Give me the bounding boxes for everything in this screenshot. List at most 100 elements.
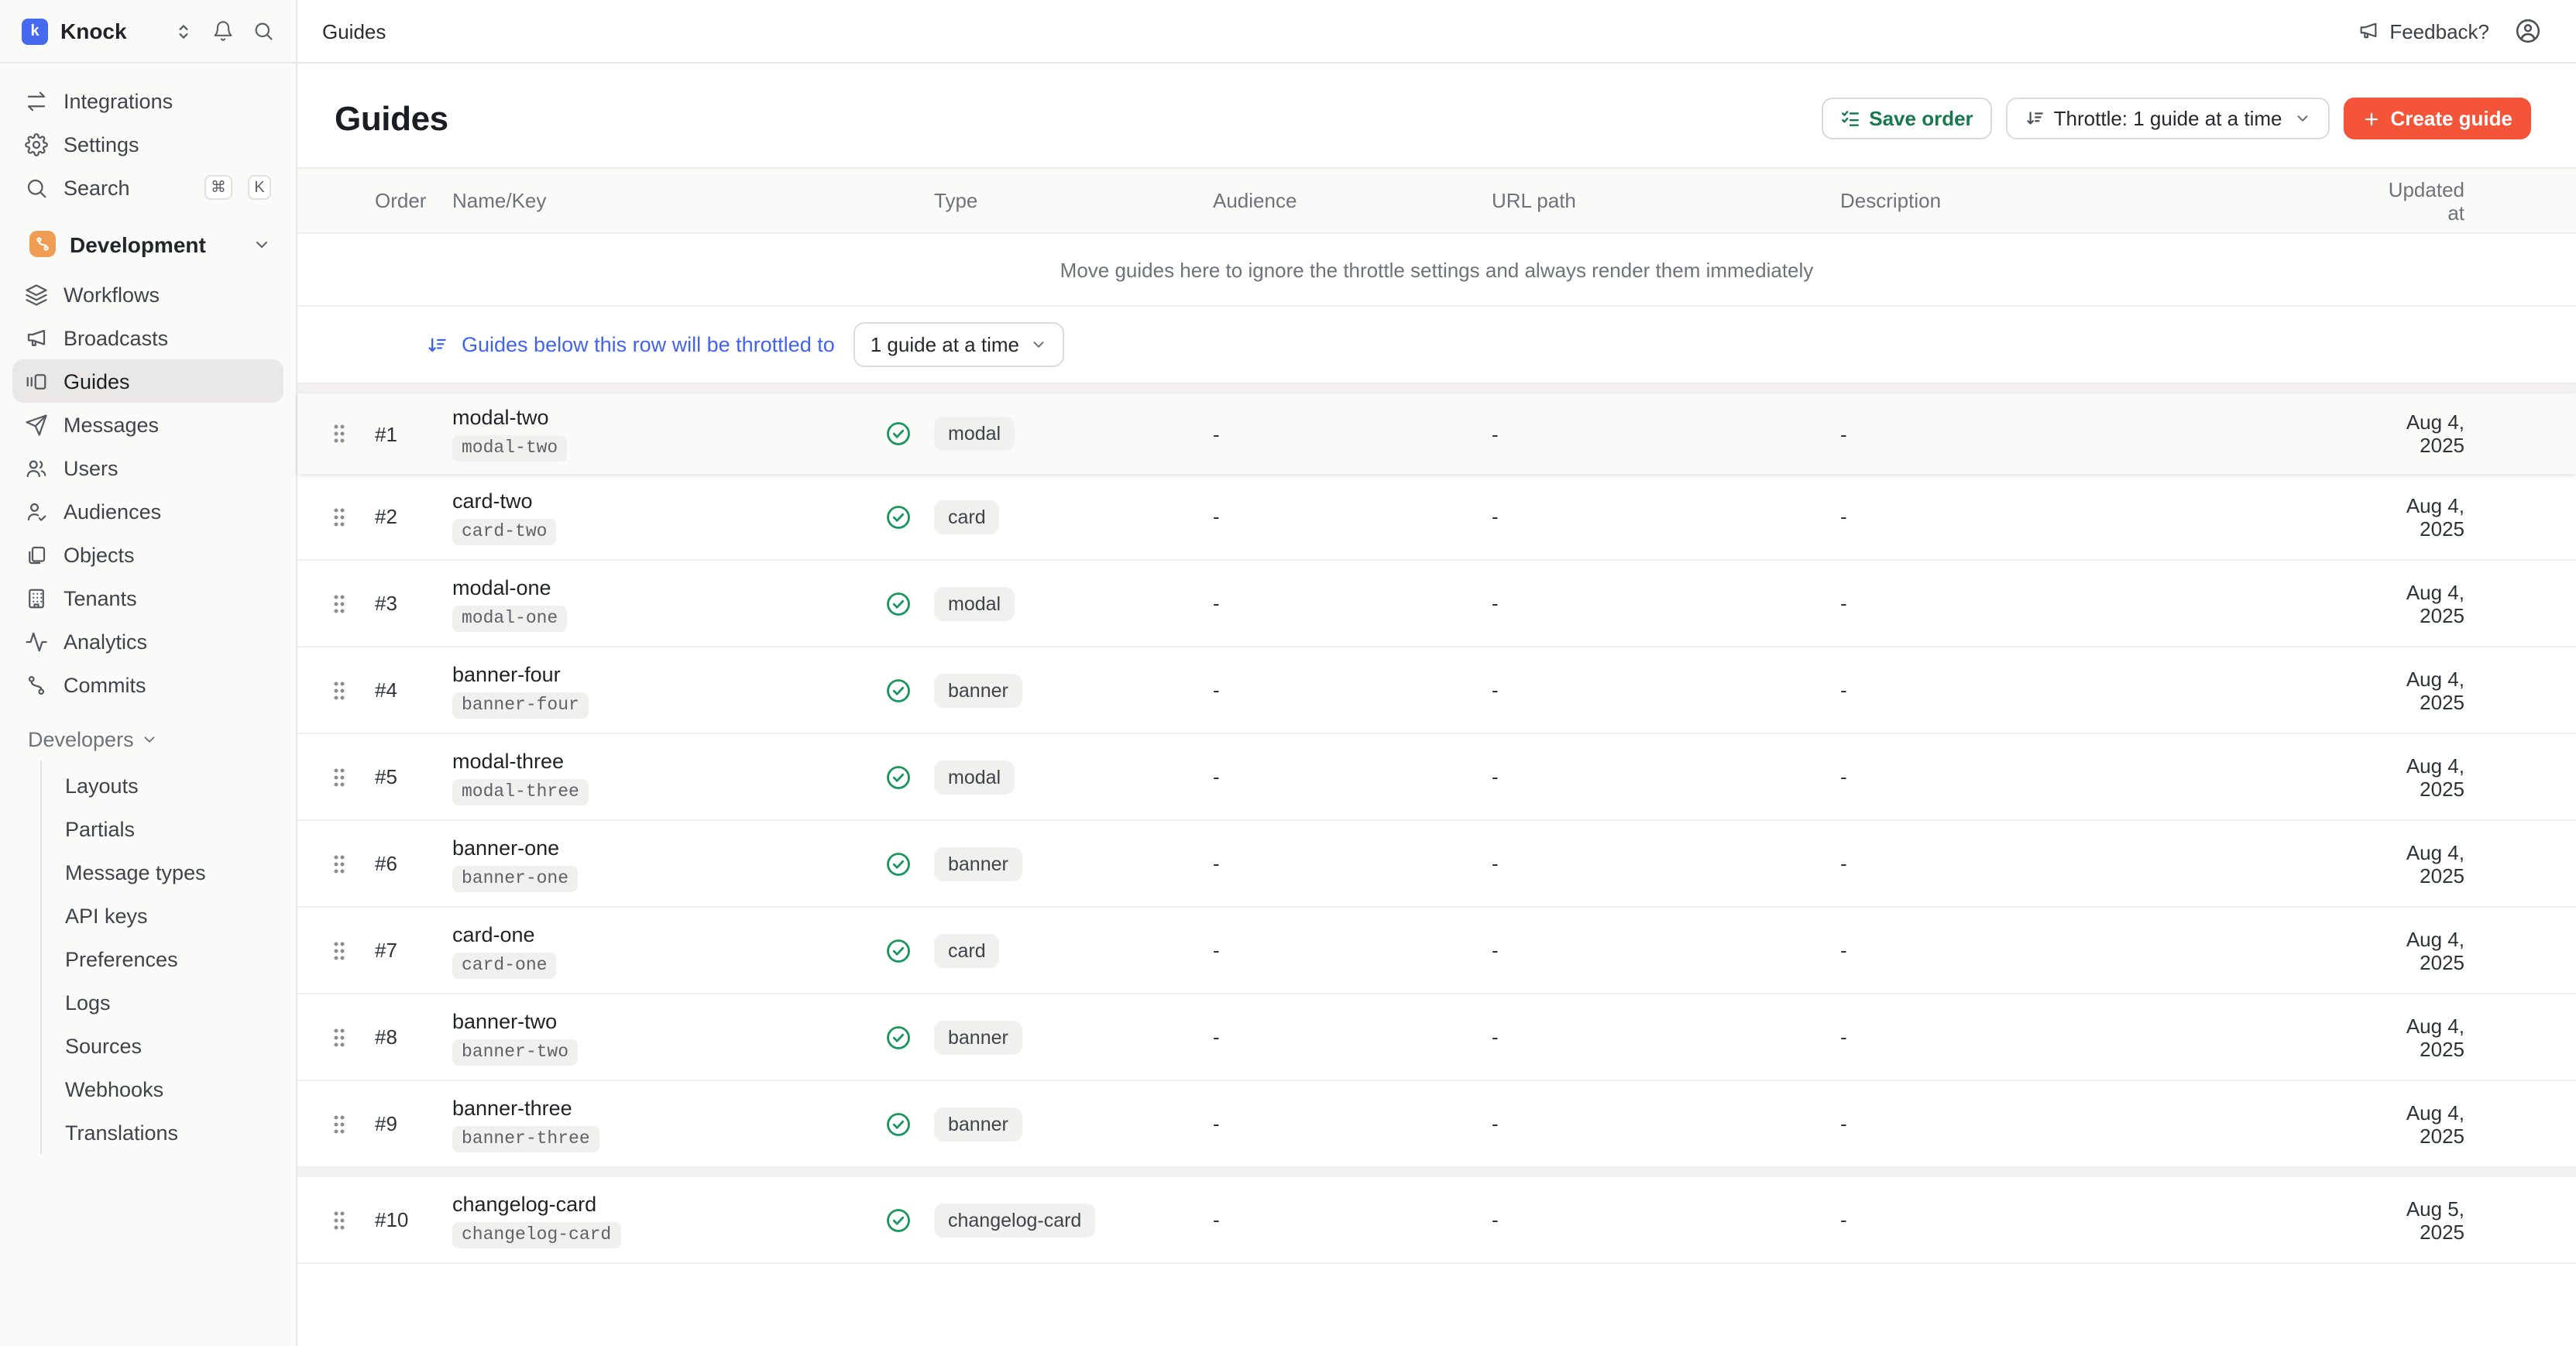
guide-name[interactable]: changelog-card xyxy=(452,1192,596,1215)
guide-audience: - xyxy=(1200,1208,1479,1231)
notifications-bell-icon[interactable] xyxy=(209,17,237,45)
sidebar-item-partials[interactable]: Partials xyxy=(42,807,283,850)
sidebar-item-label: Integrations xyxy=(64,89,173,112)
sidebar-item-users[interactable]: Users xyxy=(12,446,283,489)
throttle-value-select[interactable]: 1 guide at a time xyxy=(854,322,1064,367)
sidebar-item-message-types[interactable]: Message types xyxy=(42,850,283,894)
developers-section-toggle[interactable]: Developers xyxy=(0,706,296,761)
drag-handle-icon[interactable] xyxy=(319,679,359,701)
guide-key: card-two xyxy=(452,518,556,544)
workspace-header[interactable]: k Knock xyxy=(0,0,296,64)
sidebar-item-preferences[interactable]: Preferences xyxy=(42,937,283,980)
table-row[interactable]: #5 modal-three modal-three modal - - - A… xyxy=(297,734,2576,821)
table-row[interactable]: #9 banner-three banner-three banner - - … xyxy=(297,1081,2576,1168)
sidebar-item-logs[interactable]: Logs xyxy=(42,980,283,1024)
sidebar-item-sources[interactable]: Sources xyxy=(42,1024,283,1067)
table-row[interactable]: #6 banner-one banner-one banner - - - Au… xyxy=(297,821,2576,908)
sidebar-item-commits[interactable]: Commits xyxy=(12,663,283,706)
guide-type-badge: card xyxy=(934,500,1000,534)
guide-updated-at: Aug 4, 2025 xyxy=(2362,840,2576,887)
megaphone-icon xyxy=(25,326,48,349)
sidebar-item-tenants[interactable]: Tenants xyxy=(12,576,283,620)
sidebar-item-integrations[interactable]: Integrations xyxy=(12,79,283,122)
guide-key: modal-one xyxy=(452,605,567,631)
create-guide-button[interactable]: Create guide xyxy=(2344,98,2532,139)
sidebar-item-messages[interactable]: Messages xyxy=(12,403,283,446)
status-active-check-icon xyxy=(884,1206,912,1234)
sidebar-item-search[interactable]: Search ⌘ K xyxy=(12,166,283,209)
environment-switcher[interactable]: Development xyxy=(0,209,296,270)
sidebar-item-workflows[interactable]: Workflows xyxy=(12,273,283,316)
divider-gap xyxy=(297,1168,2576,1177)
building-icon xyxy=(25,586,48,609)
sidebar-item-label: Logs xyxy=(65,991,111,1014)
table-row[interactable]: #4 banner-four banner-four banner - - - … xyxy=(297,647,2576,734)
sidebar-item-translations[interactable]: Translations xyxy=(42,1111,283,1154)
status-active-check-icon xyxy=(884,589,912,617)
guide-audience: - xyxy=(1200,765,1479,788)
drag-handle-icon[interactable] xyxy=(319,423,359,445)
unthrottled-dropzone[interactable]: Move guides here to ignore the throttle … xyxy=(297,234,2576,307)
sidebar-item-label: Commits xyxy=(64,673,146,696)
divider-gap xyxy=(297,384,2576,393)
table-row[interactable]: #7 card-one card-one card - - - Aug 4, 2… xyxy=(297,908,2576,994)
main-area: Guides Feedback? Guides Save order xyxy=(297,0,2576,1346)
sidebar-item-label: Layouts xyxy=(65,774,139,797)
drag-handle-icon[interactable] xyxy=(319,766,359,788)
drag-handle-icon[interactable] xyxy=(319,1209,359,1231)
drag-handle-icon[interactable] xyxy=(319,853,359,874)
sidebar-item-api-keys[interactable]: API keys xyxy=(42,894,283,937)
sidebar-item-objects[interactable]: Objects xyxy=(12,533,283,576)
throttle-dropdown-button[interactable]: Throttle: 1 guide at a time xyxy=(2006,98,2330,139)
table-row[interactable]: #3 modal-one modal-one modal - - - Aug 4… xyxy=(297,561,2576,647)
sidebar-item-audiences[interactable]: Audiences xyxy=(12,489,283,533)
environment-name: Development xyxy=(70,232,206,256)
account-avatar-icon[interactable] xyxy=(2514,17,2542,45)
guide-name[interactable]: banner-one xyxy=(452,836,559,859)
sidebar-item-label: Audiences xyxy=(64,500,161,523)
guide-type-badge: banner xyxy=(934,846,1022,881)
sidebar-item-label: Tenants xyxy=(64,586,137,609)
guide-name[interactable]: banner-two xyxy=(452,1009,557,1032)
sidebar-item-settings[interactable]: Settings xyxy=(12,122,283,166)
drag-handle-icon[interactable] xyxy=(319,592,359,614)
sidebar-item-layouts[interactable]: Layouts xyxy=(42,764,283,807)
throttle-value: 1 guide at a time xyxy=(871,333,1019,356)
table-row[interactable]: #10 changelog-card changelog-card change… xyxy=(297,1177,2576,1264)
search-icon[interactable] xyxy=(249,17,277,45)
guide-updated-at: Aug 4, 2025 xyxy=(2362,580,2576,627)
guides-table-body: #1 modal-two modal-two modal - - - Aug 4… xyxy=(297,393,2576,1264)
drag-handle-icon[interactable] xyxy=(319,506,359,527)
sidebar-env-nav: Workflows Broadcasts Guides Messages xyxy=(0,270,296,706)
sidebar-item-analytics[interactable]: Analytics xyxy=(12,620,283,663)
sidebar-item-guides[interactable]: Guides xyxy=(12,359,283,403)
sidebar-item-label: Analytics xyxy=(64,630,147,653)
table-row[interactable]: #1 modal-two modal-two modal - - - Aug 4… xyxy=(297,393,2576,474)
table-row[interactable]: #8 banner-two banner-two banner - - - Au… xyxy=(297,994,2576,1081)
guide-name[interactable]: modal-two xyxy=(452,406,549,429)
drag-handle-icon[interactable] xyxy=(319,1026,359,1048)
guide-name[interactable]: card-one xyxy=(452,922,535,946)
drag-handle-icon[interactable] xyxy=(319,1113,359,1135)
sidebar-item-label: Sources xyxy=(65,1034,142,1057)
guide-order: #3 xyxy=(359,592,440,615)
guide-description: - xyxy=(1828,1208,2362,1231)
guide-name[interactable]: banner-four xyxy=(452,662,561,685)
guide-name[interactable]: banner-three xyxy=(452,1096,572,1119)
save-order-button[interactable]: Save order xyxy=(1821,98,1991,139)
table-row[interactable]: #2 card-two card-two card - - - Aug 4, 2… xyxy=(297,474,2576,561)
sidebar-item-webhooks[interactable]: Webhooks xyxy=(42,1067,283,1111)
sidebar-item-broadcasts[interactable]: Broadcasts xyxy=(12,316,283,359)
chevron-down-icon xyxy=(2295,110,2312,127)
guide-key: banner-one xyxy=(452,865,578,891)
guide-name[interactable]: modal-three xyxy=(452,749,564,772)
guide-updated-at: Aug 5, 2025 xyxy=(2362,1197,2576,1243)
drag-handle-icon[interactable] xyxy=(319,939,359,961)
save-order-label: Save order xyxy=(1869,107,1973,130)
table-bottom-whitespace xyxy=(297,1264,2576,1346)
page-title: Guides xyxy=(335,98,448,139)
guide-name[interactable]: modal-one xyxy=(452,575,551,599)
guide-name[interactable]: card-two xyxy=(452,489,533,512)
workspace-switcher-icon[interactable] xyxy=(169,17,197,45)
feedback-button[interactable]: Feedback? xyxy=(2357,19,2489,43)
